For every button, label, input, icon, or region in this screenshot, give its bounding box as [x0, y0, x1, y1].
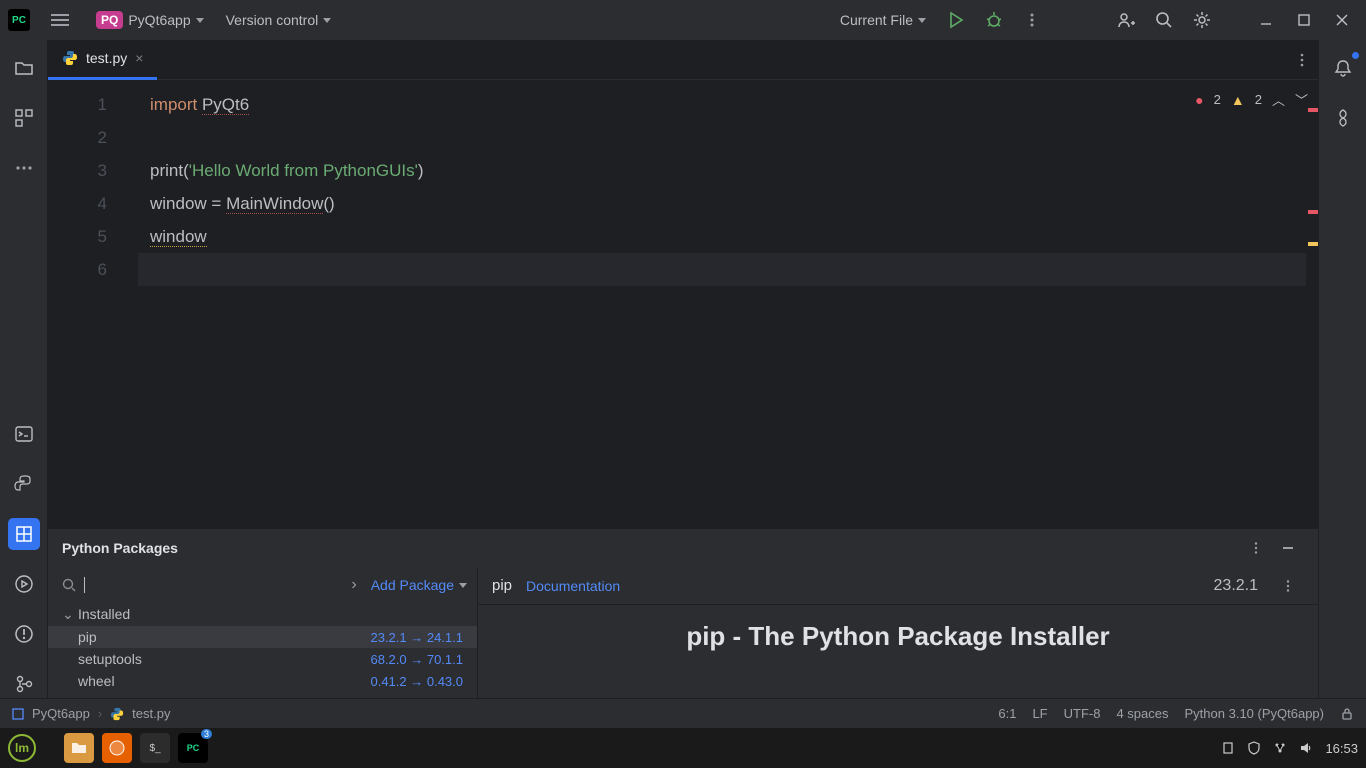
error-icon: ●	[1195, 92, 1203, 108]
project-name: PyQt6app	[128, 12, 190, 28]
python-file-icon	[62, 50, 78, 66]
add-package-button[interactable]: Add Package	[371, 577, 467, 593]
chevron-down-icon	[459, 583, 467, 588]
tree-group-installed[interactable]: ⌄Installed	[48, 603, 477, 626]
chevron-right-icon[interactable]: ›	[351, 576, 356, 594]
clock[interactable]: 16:53	[1325, 741, 1358, 756]
warning-icon: ▲	[1231, 92, 1245, 108]
chevron-down-icon	[918, 18, 926, 23]
right-tool-rail	[1318, 40, 1366, 728]
main-area: test.py × 1 2 3 4 5 6 import PyQt6 print…	[0, 40, 1366, 728]
pycharm-app-icon[interactable]: PC3	[178, 733, 208, 763]
chevron-down-icon	[323, 18, 331, 23]
prev-highlight-icon[interactable]: ︿	[1272, 90, 1285, 109]
project-dropdown[interactable]: PQ PyQt6app	[88, 7, 212, 33]
firefox-icon[interactable]	[102, 733, 132, 763]
error-marker[interactable]	[1308, 108, 1318, 112]
services-tool-icon[interactable]	[8, 568, 40, 600]
tab-bar: test.py ×	[48, 40, 1318, 80]
panel-header: Python Packages	[48, 529, 1318, 567]
warning-marker[interactable]	[1308, 242, 1318, 246]
chevron-down-icon	[196, 18, 204, 23]
more-tools-icon[interactable]	[8, 152, 40, 184]
structure-tool-icon[interactable]	[8, 102, 40, 134]
search-icon[interactable]	[1148, 4, 1180, 36]
caret-position[interactable]: 6:1	[998, 706, 1016, 721]
inspection-widget[interactable]: ●2 ▲2 ︿ ﹀	[1195, 90, 1308, 109]
module-icon	[12, 708, 24, 720]
search-icon	[62, 578, 76, 592]
clipboard-tray-icon[interactable]	[1221, 741, 1235, 755]
package-row[interactable]: wheel0.41.2 → 0.43.0	[48, 670, 477, 692]
vcs-label: Version control	[226, 12, 319, 28]
settings-icon[interactable]	[1186, 4, 1218, 36]
line-gutter: 1 2 3 4 5 6	[48, 80, 138, 528]
python-file-icon	[110, 707, 124, 721]
package-actions-icon[interactable]	[1272, 570, 1304, 602]
os-taskbar: lm $_ PC3 16:53	[0, 728, 1366, 768]
code-content[interactable]: import PyQt6 print('Hello World from Pyt…	[138, 80, 1318, 528]
package-row[interactable]: pip23.2.1 → 24.1.1	[48, 626, 477, 648]
indent-settings[interactable]: 4 spaces	[1116, 706, 1168, 721]
hide-panel-icon[interactable]	[1272, 532, 1304, 564]
system-tray[interactable]: 16:53	[1221, 741, 1358, 756]
status-bar: PyQt6app › test.py 6:1 LF UTF-8 4 spaces…	[0, 698, 1366, 728]
vcs-tool-icon[interactable]	[8, 668, 40, 700]
breadcrumb[interactable]: PyQt6app › test.py	[12, 706, 170, 721]
line-separator[interactable]: LF	[1032, 706, 1047, 721]
error-marker[interactable]	[1308, 210, 1318, 214]
titlebar: PC PQ PyQt6app Version control Current F…	[0, 0, 1366, 40]
run-config-dropdown[interactable]: Current File	[832, 8, 934, 32]
documentation-link[interactable]: Documentation	[526, 578, 620, 594]
pycharm-logo-icon: PC	[8, 9, 30, 31]
maximize-window-icon[interactable]	[1288, 4, 1320, 36]
vcs-dropdown[interactable]: Version control	[218, 8, 340, 32]
more-actions-icon[interactable]	[1016, 4, 1048, 36]
run-button[interactable]	[940, 4, 972, 36]
readonly-lock-icon[interactable]	[1340, 707, 1354, 721]
shield-tray-icon[interactable]	[1247, 741, 1261, 755]
close-window-icon[interactable]	[1326, 4, 1358, 36]
problems-tool-icon[interactable]	[8, 618, 40, 650]
ai-assistant-icon[interactable]	[1327, 102, 1359, 134]
panel-options-icon[interactable]	[1240, 532, 1272, 564]
network-tray-icon[interactable]	[1273, 741, 1287, 755]
editor-tab[interactable]: test.py ×	[48, 40, 157, 80]
debug-button[interactable]	[978, 4, 1010, 36]
python-console-icon[interactable]	[8, 468, 40, 500]
package-search-input[interactable]	[58, 577, 337, 593]
volume-tray-icon[interactable]	[1299, 741, 1313, 755]
terminal-tool-icon[interactable]	[8, 418, 40, 450]
error-count: 2	[1214, 92, 1221, 107]
panel-title: Python Packages	[62, 540, 178, 556]
code-editor[interactable]: 1 2 3 4 5 6 import PyQt6 print('Hello Wo…	[48, 80, 1318, 528]
hamburger-menu-icon[interactable]	[48, 14, 72, 26]
code-with-me-icon[interactable]	[1110, 4, 1142, 36]
run-config-label: Current File	[840, 12, 913, 28]
close-tab-icon[interactable]: ×	[135, 50, 143, 66]
marker-bar[interactable]	[1306, 80, 1318, 528]
project-tool-icon[interactable]	[8, 52, 40, 84]
tab-filename: test.py	[86, 50, 127, 66]
package-name: pip	[492, 577, 512, 594]
left-tool-rail	[0, 40, 48, 728]
package-row[interactable]: setuptools68.2.0 → 70.1.1	[48, 648, 477, 670]
file-manager-icon[interactable]	[64, 733, 94, 763]
terminal-app-icon[interactable]: $_	[140, 733, 170, 763]
minimize-window-icon[interactable]	[1250, 4, 1282, 36]
python-packages-icon[interactable]	[8, 518, 40, 550]
tab-options-icon[interactable]	[1286, 44, 1318, 76]
warning-count: 2	[1255, 92, 1262, 107]
editor-area: test.py × 1 2 3 4 5 6 import PyQt6 print…	[48, 40, 1318, 728]
notifications-icon[interactable]	[1327, 52, 1359, 84]
package-version: 23.2.1	[1214, 577, 1258, 595]
project-badge-icon: PQ	[96, 11, 123, 29]
file-encoding[interactable]: UTF-8	[1064, 706, 1101, 721]
start-menu-icon[interactable]: lm	[8, 734, 36, 762]
interpreter[interactable]: Python 3.10 (PyQt6app)	[1185, 706, 1324, 721]
